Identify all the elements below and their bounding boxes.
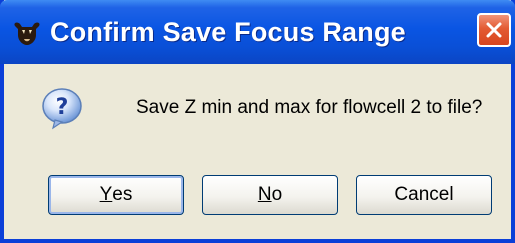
question-icon: ? — [40, 86, 84, 130]
confirm-dialog-window: Confirm Save Focus Range ? Save Z min an… — [0, 0, 515, 243]
no-mnemonic: N — [257, 184, 272, 205]
yes-mnemonic: Y — [99, 184, 113, 205]
bull-app-icon — [12, 20, 42, 46]
cancel-button[interactable]: Cancel — [356, 175, 492, 215]
close-icon — [486, 22, 502, 38]
yes-button[interactable]: Yes — [48, 175, 184, 215]
svg-text:?: ? — [56, 95, 69, 120]
title-bar[interactable]: Confirm Save Focus Range — [0, 0, 515, 64]
dialog-message: Save Z min and max for flowcell 2 to fil… — [136, 97, 483, 118]
cancel-label: Cancel — [394, 184, 454, 205]
yes-label: es — [112, 184, 133, 205]
no-button[interactable]: No — [202, 175, 338, 215]
dialog-title: Confirm Save Focus Range — [50, 17, 406, 47]
close-button[interactable] — [477, 13, 511, 47]
no-label: o — [271, 184, 283, 205]
